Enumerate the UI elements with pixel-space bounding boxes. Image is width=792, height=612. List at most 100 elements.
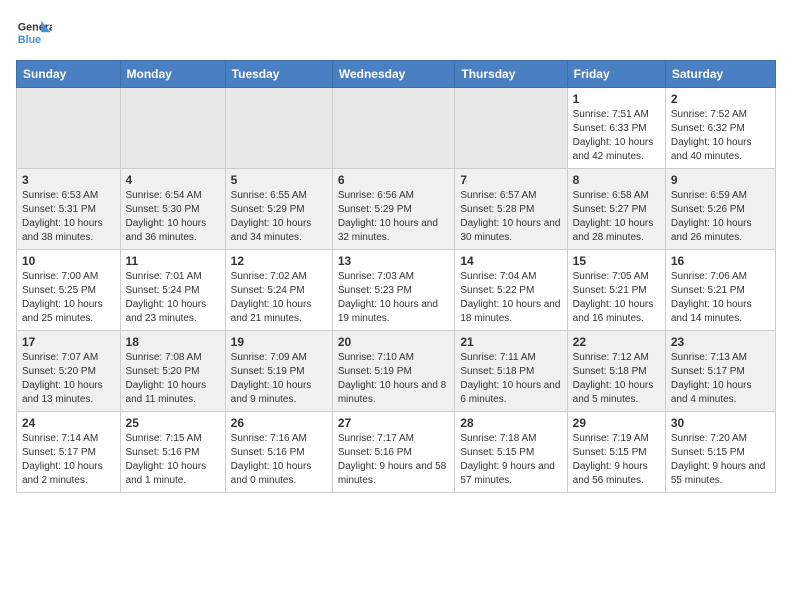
- day-info: Sunrise: 6:54 AM Sunset: 5:30 PM Dayligh…: [126, 189, 220, 245]
- day-info: Sunrise: 7:07 AM Sunset: 5:20 PM Dayligh…: [22, 351, 115, 407]
- day-cell: 3 Sunrise: 6:53 AM Sunset: 5:31 PM Daylig…: [17, 169, 121, 250]
- day-cell: 17 Sunrise: 7:07 AM Sunset: 5:20 PM Dayli…: [17, 331, 121, 412]
- day-number: 3: [22, 173, 115, 187]
- week-row: 17 Sunrise: 7:07 AM Sunset: 5:20 PM Dayli…: [17, 331, 776, 412]
- day-info: Sunrise: 7:11 AM Sunset: 5:18 PM Dayligh…: [460, 351, 561, 407]
- day-info: Sunrise: 7:00 AM Sunset: 5:25 PM Dayligh…: [22, 270, 115, 326]
- day-info: Sunrise: 7:04 AM Sunset: 5:22 PM Dayligh…: [460, 270, 561, 326]
- day-cell: 22Sunrise: 7:12 AM Sunset: 5:18 PM Dayli…: [567, 331, 665, 412]
- day-cell: 28 Sunrise: 7:18 AM Sunset: 5:15 PM Dayli…: [455, 412, 567, 493]
- day-header-friday: Friday: [567, 61, 665, 88]
- day-number: 16: [671, 254, 770, 268]
- day-number: 1: [573, 92, 660, 106]
- day-cell: 13 Sunrise: 7:03 AM Sunset: 5:23 PM Dayli…: [332, 250, 455, 331]
- day-info: Sunrise: 7:14 AM Sunset: 5:17 PM Dayligh…: [22, 432, 115, 488]
- day-info: Sunrise: 7:05 AM Sunset: 5:21 PM Dayligh…: [573, 270, 660, 326]
- logo: General Blue: [16, 16, 52, 52]
- day-cell: 9 Sunrise: 6:59 AM Sunset: 5:26 PM Daylig…: [665, 169, 775, 250]
- day-number: 2: [671, 92, 770, 106]
- day-cell: 30 Sunrise: 7:20 AM Sunset: 5:15 PM Dayli…: [665, 412, 775, 493]
- day-info: Sunrise: 6:58 AM Sunset: 5:27 PM Dayligh…: [573, 189, 660, 245]
- day-number: 5: [231, 173, 327, 187]
- day-cell: [17, 88, 121, 169]
- logo-icon: General Blue: [16, 16, 52, 52]
- day-info: Sunrise: 7:03 AM Sunset: 5:23 PM Dayligh…: [338, 270, 450, 326]
- day-cell: 27 Sunrise: 7:17 AM Sunset: 5:16 PM Dayli…: [332, 412, 455, 493]
- day-cell: 24 Sunrise: 7:14 AM Sunset: 5:17 PM Dayli…: [17, 412, 121, 493]
- day-number: 26: [231, 416, 327, 430]
- day-info: Sunrise: 7:01 AM Sunset: 5:24 PM Dayligh…: [126, 270, 220, 326]
- day-info: Sunrise: 7:10 AM Sunset: 5:19 PM Dayligh…: [338, 351, 450, 407]
- day-number: 22: [573, 335, 660, 349]
- day-info: Sunrise: 7:02 AM Sunset: 5:24 PM Dayligh…: [231, 270, 327, 326]
- day-info: Sunrise: 6:57 AM Sunset: 5:28 PM Dayligh…: [460, 189, 561, 245]
- day-info: Sunrise: 6:56 AM Sunset: 5:29 PM Dayligh…: [338, 189, 450, 245]
- day-number: 6: [338, 173, 450, 187]
- day-cell: 25Sunrise: 7:15 AM Sunset: 5:16 PM Dayli…: [120, 412, 225, 493]
- day-info: Sunrise: 7:20 AM Sunset: 5:15 PM Dayligh…: [671, 432, 770, 488]
- day-info: Sunrise: 7:52 AM Sunset: 6:32 PM Dayligh…: [671, 108, 770, 164]
- day-header-saturday: Saturday: [665, 61, 775, 88]
- day-number: 4: [126, 173, 220, 187]
- day-number: 8: [573, 173, 660, 187]
- day-number: 14: [460, 254, 561, 268]
- day-cell: 19Sunrise: 7:09 AM Sunset: 5:19 PM Dayli…: [225, 331, 332, 412]
- week-row: 3 Sunrise: 6:53 AM Sunset: 5:31 PM Daylig…: [17, 169, 776, 250]
- day-cell: 11 Sunrise: 7:01 AM Sunset: 5:24 PM Dayli…: [120, 250, 225, 331]
- day-cell: 14 Sunrise: 7:04 AM Sunset: 5:22 PM Dayli…: [455, 250, 567, 331]
- calendar-body: 1Sunrise: 7:51 AM Sunset: 6:33 PM Daylig…: [17, 88, 776, 493]
- day-cell: 7 Sunrise: 6:57 AM Sunset: 5:28 PM Daylig…: [455, 169, 567, 250]
- day-cell: 20 Sunrise: 7:10 AM Sunset: 5:19 PM Dayli…: [332, 331, 455, 412]
- calendar-header: SundayMondayTuesdayWednesdayThursdayFrid…: [17, 61, 776, 88]
- day-number: 15: [573, 254, 660, 268]
- week-row: 1Sunrise: 7:51 AM Sunset: 6:33 PM Daylig…: [17, 88, 776, 169]
- day-cell: 29 Sunrise: 7:19 AM Sunset: 5:15 PM Dayli…: [567, 412, 665, 493]
- week-row: 10 Sunrise: 7:00 AM Sunset: 5:25 PM Dayli…: [17, 250, 776, 331]
- day-cell: [455, 88, 567, 169]
- day-number: 13: [338, 254, 450, 268]
- day-cell: 23 Sunrise: 7:13 AM Sunset: 5:17 PM Dayli…: [665, 331, 775, 412]
- day-number: 20: [338, 335, 450, 349]
- day-cell: 21Sunrise: 7:11 AM Sunset: 5:18 PM Dayli…: [455, 331, 567, 412]
- day-cell: 1Sunrise: 7:51 AM Sunset: 6:33 PM Daylig…: [567, 88, 665, 169]
- day-number: 9: [671, 173, 770, 187]
- day-info: Sunrise: 7:18 AM Sunset: 5:15 PM Dayligh…: [460, 432, 561, 488]
- header: General Blue: [16, 16, 776, 52]
- day-number: 11: [126, 254, 220, 268]
- day-cell: 4 Sunrise: 6:54 AM Sunset: 5:30 PM Daylig…: [120, 169, 225, 250]
- day-info: Sunrise: 6:59 AM Sunset: 5:26 PM Dayligh…: [671, 189, 770, 245]
- day-info: Sunrise: 7:17 AM Sunset: 5:16 PM Dayligh…: [338, 432, 450, 488]
- day-number: 23: [671, 335, 770, 349]
- day-number: 12: [231, 254, 327, 268]
- day-number: 7: [460, 173, 561, 187]
- day-cell: [332, 88, 455, 169]
- day-cell: 6 Sunrise: 6:56 AM Sunset: 5:29 PM Daylig…: [332, 169, 455, 250]
- day-info: Sunrise: 6:53 AM Sunset: 5:31 PM Dayligh…: [22, 189, 115, 245]
- day-header-sunday: Sunday: [17, 61, 121, 88]
- day-cell: 16 Sunrise: 7:06 AM Sunset: 5:21 PM Dayli…: [665, 250, 775, 331]
- day-cell: 26 Sunrise: 7:16 AM Sunset: 5:16 PM Dayli…: [225, 412, 332, 493]
- day-info: Sunrise: 7:09 AM Sunset: 5:19 PM Dayligh…: [231, 351, 327, 407]
- day-number: 30: [671, 416, 770, 430]
- day-number: 10: [22, 254, 115, 268]
- day-number: 18: [126, 335, 220, 349]
- day-header-monday: Monday: [120, 61, 225, 88]
- day-info: Sunrise: 6:55 AM Sunset: 5:29 PM Dayligh…: [231, 189, 327, 245]
- week-row: 24 Sunrise: 7:14 AM Sunset: 5:17 PM Dayli…: [17, 412, 776, 493]
- day-number: 24: [22, 416, 115, 430]
- day-cell: 2 Sunrise: 7:52 AM Sunset: 6:32 PM Daylig…: [665, 88, 775, 169]
- day-cell: 8 Sunrise: 6:58 AM Sunset: 5:27 PM Daylig…: [567, 169, 665, 250]
- day-number: 28: [460, 416, 561, 430]
- day-cell: [225, 88, 332, 169]
- day-info: Sunrise: 7:19 AM Sunset: 5:15 PM Dayligh…: [573, 432, 660, 488]
- day-number: 17: [22, 335, 115, 349]
- day-cell: 12 Sunrise: 7:02 AM Sunset: 5:24 PM Dayli…: [225, 250, 332, 331]
- day-cell: 5 Sunrise: 6:55 AM Sunset: 5:29 PM Daylig…: [225, 169, 332, 250]
- day-info: Sunrise: 7:06 AM Sunset: 5:21 PM Dayligh…: [671, 270, 770, 326]
- day-info: Sunrise: 7:15 AM Sunset: 5:16 PM Dayligh…: [126, 432, 220, 488]
- day-info: Sunrise: 7:13 AM Sunset: 5:17 PM Dayligh…: [671, 351, 770, 407]
- day-header-wednesday: Wednesday: [332, 61, 455, 88]
- day-number: 27: [338, 416, 450, 430]
- day-number: 29: [573, 416, 660, 430]
- day-info: Sunrise: 7:16 AM Sunset: 5:16 PM Dayligh…: [231, 432, 327, 488]
